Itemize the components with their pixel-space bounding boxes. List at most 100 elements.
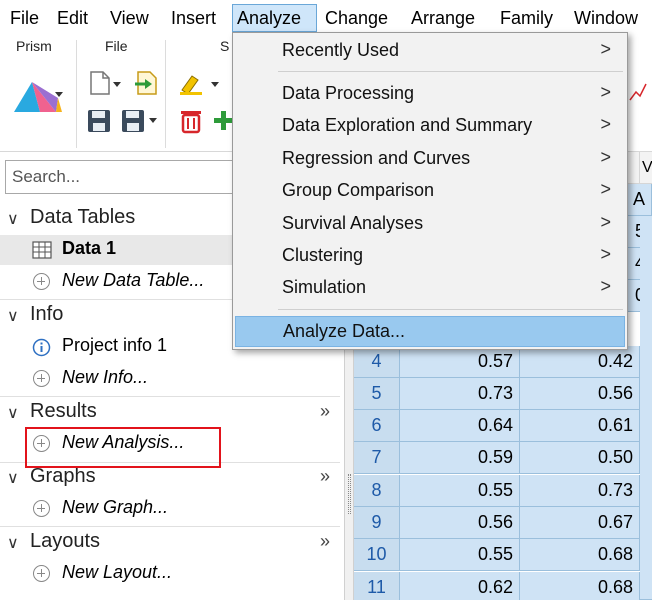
grid-cell[interactable]: 0.56 [400,507,520,539]
new-file-icon[interactable] [88,70,122,96]
grid-cell[interactable]: 0.73 [400,378,520,410]
column-title-cell[interactable]: V [640,152,652,184]
grid-cell[interactable]: 0.50 [520,442,640,474]
add-circle-icon [33,370,50,387]
save-icon[interactable] [86,108,112,134]
row-number[interactable]: 8 [354,475,400,507]
group-label-sheet: S [220,38,230,54]
menu-item-data-exploration[interactable]: Data Exploration and Summary > [235,111,625,141]
row-number[interactable]: 4 [354,346,400,378]
menu-arrange[interactable]: Arrange [407,4,479,32]
analyze-menu-dropdown: Recently Used > Data Processing > Data E… [232,32,628,350]
row-number[interactable]: 6 [354,410,400,442]
menu-item-analyze-data[interactable]: Analyze Data... [235,316,625,347]
menu-item-group-comparison[interactable]: Group Comparison > [235,176,625,206]
submenu-arrow-icon: > [600,147,611,167]
submenu-arrow-icon: > [600,114,611,134]
chevron-down-icon[interactable]: ∨ [7,403,19,423]
splitter-grip[interactable] [348,474,351,514]
menu-item-label: Group Comparison [282,180,435,200]
row-number[interactable]: 5 [354,378,400,410]
delete-icon[interactable] [178,108,204,134]
menu-insert[interactable]: Insert [167,4,220,32]
submenu-arrow-icon: > [600,82,611,102]
row-number[interactable]: 11 [354,572,400,600]
nav-item-label: New Data Table... [62,270,205,290]
grid-cell[interactable]: 0.64 [400,410,520,442]
grid-cell[interactable]: 0.56 [520,378,640,410]
grid-cell[interactable]: 0.57 [400,346,520,378]
menu-item-label: Recently Used [282,40,400,60]
menu-item-label: Survival Analyses [282,213,424,233]
section-title: Data Tables [30,206,136,228]
section-title: Layouts [30,530,101,552]
grid-cell[interactable]: 0.73 [520,475,640,507]
menu-item-simulation[interactable]: Simulation > [235,273,625,303]
menu-item-label: Clustering [282,245,364,265]
add-icon[interactable] [212,108,232,134]
group-label-prism: Prism [16,38,52,54]
menu-item-data-processing[interactable]: Data Processing > [235,79,625,109]
section-title: Info [30,303,64,325]
grid-cell[interactable]: 0.55 [400,475,520,507]
graph-tool-icon[interactable] [628,80,648,104]
row-number[interactable]: 9 [354,507,400,539]
section-graphs[interactable]: ∨ Graphs » [0,464,340,492]
new-graph-link[interactable]: New Graph... [0,494,340,524]
section-layouts[interactable]: ∨ Layouts » [0,529,340,557]
submenu-arrow-icon: > [600,244,611,264]
menu-view[interactable]: View [106,4,153,32]
menu-window[interactable]: Window [570,4,642,32]
nav-item-label: New Info... [62,367,149,387]
grid-cell[interactable]: 0.55 [400,539,520,571]
grid-cell[interactable]: 0.68 [520,572,640,600]
import-file-icon[interactable] [133,70,159,96]
grid-cell[interactable]: 0.42 [520,346,640,378]
menu-item-clustering[interactable]: Clustering > [235,241,625,271]
grid-cell[interactable]: 0.67 [520,507,640,539]
menu-edit[interactable]: Edit [53,4,92,32]
section-results[interactable]: ∨ Results » [0,399,340,427]
expand-more-icon[interactable]: » [320,401,330,422]
chevron-down-icon[interactable]: ∨ [7,306,19,326]
highlighter-icon[interactable] [178,70,222,96]
new-layout-link[interactable]: New Layout... [0,559,340,589]
menu-item-recently-used[interactable]: Recently Used > [235,36,625,66]
menu-separator [278,309,623,310]
chevron-down-icon[interactable]: ∨ [7,209,19,229]
grid-cell[interactable] [640,216,652,600]
menu-change[interactable]: Change [321,4,392,32]
grid-cell[interactable]: 0.62 [400,572,520,600]
submenu-arrow-icon: > [600,39,611,59]
nav-item-label: New Layout... [62,562,173,582]
nav-item-label: Data 1 [62,238,117,258]
grid-cell[interactable]: 0.61 [520,410,640,442]
nav-item-label: Project info 1 [62,335,168,355]
new-info-link[interactable]: New Info... [0,364,340,394]
save-as-icon[interactable] [120,108,160,134]
menu-item-label: Regression and Curves [282,148,471,168]
menu-item-label: Data Processing [282,83,415,103]
chevron-down-icon[interactable]: ∨ [7,533,19,553]
highlight-annotation-box [25,427,221,468]
section-title: Graphs [30,465,96,487]
menu-family[interactable]: Family [496,4,557,32]
menu-item-regression-and-curves[interactable]: Regression and Curves > [235,144,625,174]
grid-cell[interactable]: 0.68 [520,539,640,571]
menu-bar: File Edit View Insert Analyze Change Arr… [0,0,652,34]
menu-item-survival-analyses[interactable]: Survival Analyses > [235,209,625,239]
chevron-down-icon[interactable]: ∨ [7,468,19,488]
section-divider [0,526,340,527]
menu-item-label: Simulation [282,277,367,297]
menu-analyze[interactable]: Analyze [232,4,317,32]
info-icon [32,338,51,357]
menu-item-label: Analyze Data... [283,321,406,341]
row-number[interactable]: 10 [354,539,400,571]
row-number[interactable]: 7 [354,442,400,474]
chevron-down-icon[interactable] [55,92,63,98]
grid-cell[interactable]: 0.59 [400,442,520,474]
menu-file[interactable]: File [6,4,43,32]
add-circle-icon [33,565,50,582]
expand-more-icon[interactable]: » [320,531,330,552]
expand-more-icon[interactable]: » [320,466,330,487]
